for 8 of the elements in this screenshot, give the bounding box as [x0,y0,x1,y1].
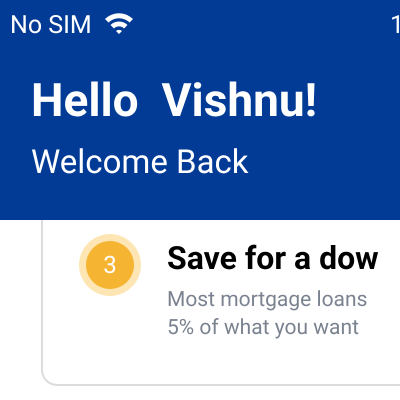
carrier-label: No SIM [10,12,92,38]
step-title: Save for a dow [167,242,379,274]
clock-label: 1 [390,12,400,38]
step-description: 5% of what you want [167,315,360,342]
step-description: Most mortgage loans [167,287,368,314]
welcome-subtitle: Welcome Back [31,146,250,179]
step-badge: 3 [79,234,141,296]
greeting-title: Hello Vishnu! [31,78,318,124]
